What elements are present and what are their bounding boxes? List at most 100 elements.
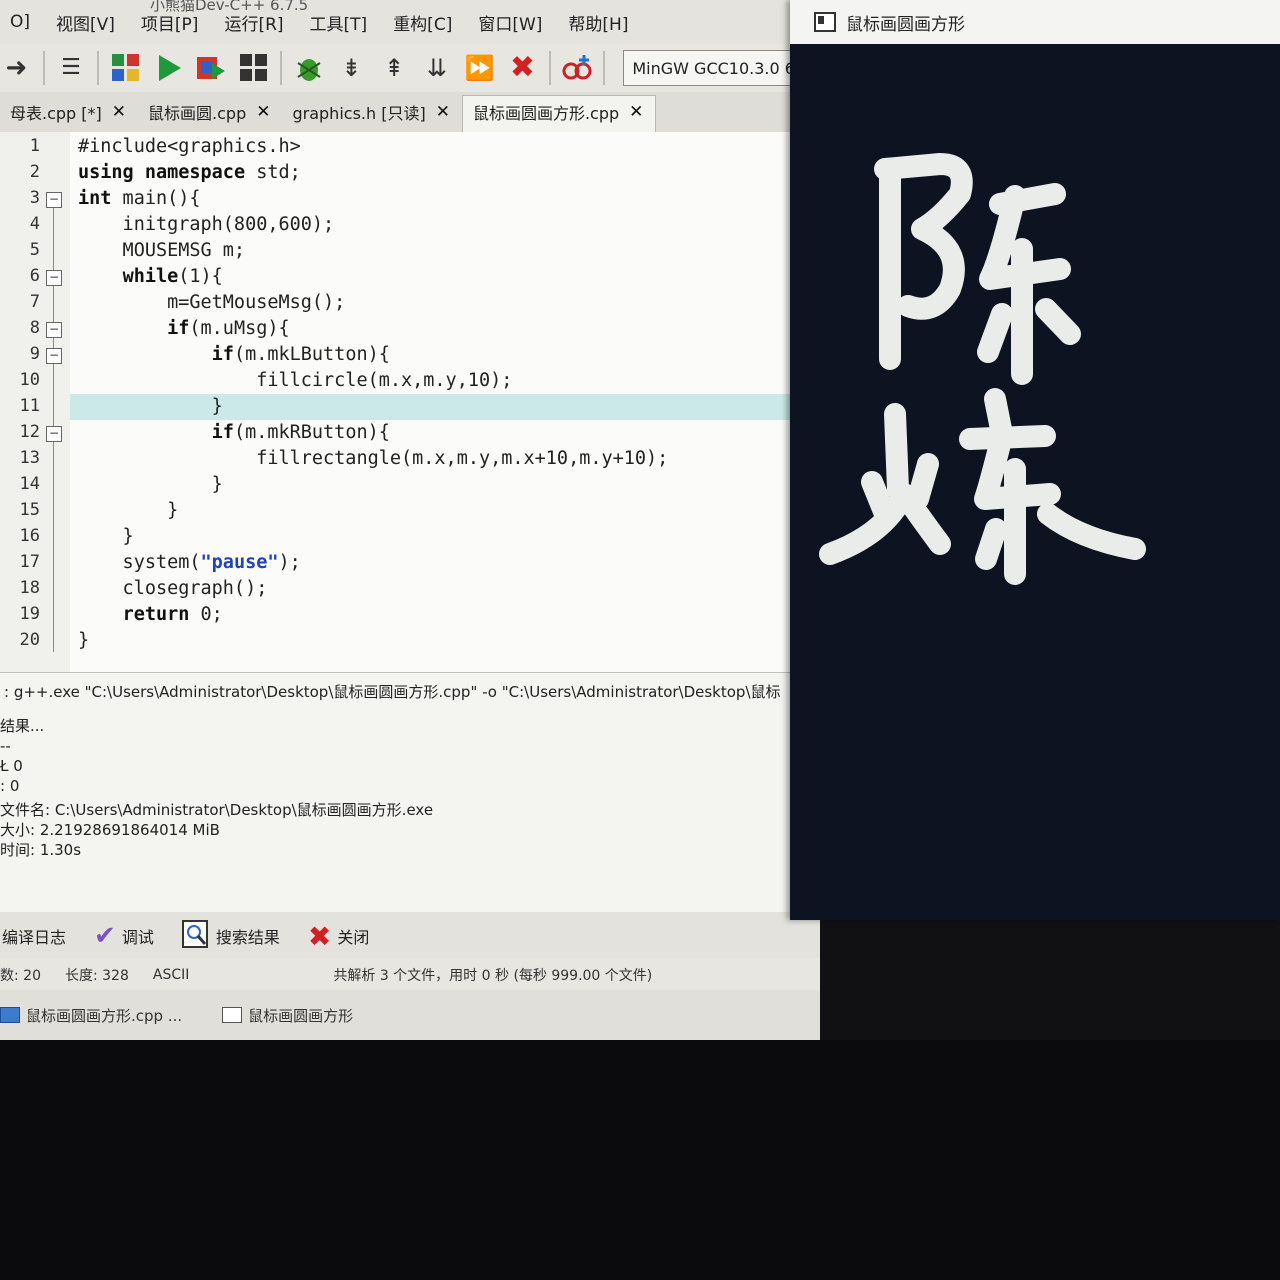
line-number: 19: [19, 604, 40, 624]
line-number: 14: [19, 474, 40, 494]
stop-icon[interactable]: ✖: [506, 51, 539, 85]
graphics-window[interactable]: 鼠标画圆画方形: [790, 0, 1280, 920]
code-line[interactable]: }: [78, 474, 223, 495]
line-number: 13: [19, 448, 40, 468]
code-line[interactable]: if(m.mkLButton){: [78, 344, 390, 365]
close-icon[interactable]: ✕: [629, 102, 643, 122]
output-errors: Ł 0: [0, 757, 23, 775]
close-icon: ✖: [307, 919, 332, 953]
menu-tools[interactable]: 工具[T]: [300, 8, 378, 37]
code-line[interactable]: closegraph();: [78, 578, 268, 599]
line-number: 17: [19, 552, 40, 572]
status-parse-info: 共解析 3 个文件，用时 0 秒 (每秒 999.00 个文件): [333, 968, 653, 984]
fold-toggle[interactable]: −: [46, 270, 62, 286]
status-length: 长度: 328: [64, 968, 129, 984]
step-over-icon[interactable]: ⇟: [335, 51, 368, 85]
taskbar-item-graphics-window[interactable]: 鼠标画圆画方形: [222, 1005, 353, 1026]
line-number: 6: [29, 266, 40, 286]
code-line[interactable]: MOUSEMSG m;: [78, 240, 246, 261]
align-icon[interactable]: ☰: [55, 51, 88, 85]
status-encoding: ASCII: [152, 967, 190, 983]
window-icon: [222, 1007, 243, 1023]
close-icon[interactable]: ✕: [256, 102, 270, 122]
debug-icon[interactable]: [292, 51, 325, 85]
fold-toggle[interactable]: −: [46, 192, 62, 208]
tab-compile-log-label: 编译日志: [2, 928, 67, 947]
tab-close[interactable]: ✖ 关闭: [308, 920, 369, 953]
line-number: 8: [29, 318, 40, 338]
tab-mouse-draw-circle[interactable]: 鼠标画圆.cpp ✕: [138, 96, 282, 132]
status-line-count: 数: 20: [0, 968, 41, 984]
tab-label: 母表.cpp [*]: [10, 104, 102, 123]
line-number: 1: [29, 136, 40, 156]
tab-search-results[interactable]: 搜索结果: [181, 920, 280, 952]
code-editor[interactable]: 1 2 3−4 5 6−7 8−9−10 11 12−13 14 15 16 17 18 19 20 #in…: [0, 132, 800, 672]
mouse-drawing: [819, 153, 1146, 585]
code-line[interactable]: using namespace std;: [78, 162, 301, 183]
code-line[interactable]: initgraph(800,600);: [78, 214, 335, 235]
graphics-canvas[interactable]: [790, 44, 1280, 920]
code-line[interactable]: if(m.mkRButton){: [78, 422, 390, 443]
fold-toggle[interactable]: −: [46, 348, 62, 364]
menu-help[interactable]: 帮助[H]: [558, 8, 638, 37]
line-number: 11: [19, 396, 40, 416]
continue-icon[interactable]: ⏩: [463, 51, 496, 85]
code-line[interactable]: if(m.uMsg){: [78, 318, 290, 339]
code-line[interactable]: }: [78, 396, 223, 417]
code-line[interactable]: return 0;: [78, 604, 223, 625]
graphics-window-titlebar[interactable]: 鼠标画圆画方形: [790, 0, 1280, 44]
code-line[interactable]: m=GetMouseMsg();: [78, 292, 345, 313]
tab-graphics-h[interactable]: graphics.h [只读] ✕: [282, 96, 461, 132]
close-icon[interactable]: ✕: [436, 102, 450, 122]
menu-file[interactable]: O]: [0, 10, 40, 34]
taskbar-item-source[interactable]: 鼠标画圆画方形.cpp ...: [0, 1005, 182, 1026]
menu-window[interactable]: 窗口[W]: [468, 8, 552, 37]
code-line[interactable]: #include<graphics.h>: [78, 136, 301, 157]
tab-debug[interactable]: ✔ 调试: [94, 921, 154, 951]
status-bar: 数: 20 长度: 328 ASCII 共解析 3 个文件，用时 0 秒 (每秒…: [0, 958, 820, 992]
tab-label: 鼠标画圆.cpp: [148, 104, 247, 123]
toolbar: ➜ ☰ ⇟ ⇞ ⇊ ⏩ ✖ MinGW GCC10.3.0 64-: [0, 44, 820, 93]
step-into-icon[interactable]: ⇞: [378, 51, 411, 85]
add-watch-icon[interactable]: [561, 51, 594, 85]
fold-toggle[interactable]: −: [46, 322, 62, 338]
tab-mouse-draw-circle-square[interactable]: 鼠标画圆画方形.cpp ✕: [461, 95, 657, 132]
tab-compile-log[interactable]: 编译日志: [2, 924, 66, 948]
output-result-label: 结果...: [0, 717, 45, 735]
code-line[interactable]: while(1){: [78, 266, 223, 287]
editor-tab-bar: 母表.cpp [*] ✕ 鼠标画圆.cpp ✕ graphics.h [只读] …: [0, 92, 820, 133]
line-number: 7: [29, 292, 40, 312]
line-number: 12: [19, 422, 40, 442]
step-out-icon[interactable]: ⇊: [421, 51, 454, 85]
line-number: 2: [29, 162, 40, 182]
code-line[interactable]: }: [78, 500, 178, 521]
code-line[interactable]: }: [78, 526, 134, 547]
arrow-right-icon[interactable]: ➜: [0, 51, 33, 85]
menu-refactor[interactable]: 重构[C]: [383, 8, 462, 37]
taskbar: 鼠标画圆画方形.cpp ... 鼠标画圆画方形: [0, 990, 820, 1040]
toolbar-separator: [548, 51, 551, 85]
toolbar-separator: [42, 51, 45, 85]
code-line[interactable]: int main(){: [78, 188, 201, 209]
line-gutter: 1 2 3−4 5 6−7 8−9−10 11 12−13 14 15 16 17 18 19 20: [0, 132, 70, 672]
toolbar-separator: [97, 51, 100, 85]
run-icon[interactable]: [152, 51, 185, 85]
compile-run-icon[interactable]: [195, 51, 228, 85]
line-number: 4: [29, 214, 40, 234]
output-time: 时间: 1.30s: [0, 841, 82, 859]
compile-output-panel: : g++.exe "C:\Users\Administrator\Deskto…: [0, 672, 800, 913]
menu-bar: O] 视图[V] 项目[P] 运行[R] 工具[T] 重构[C] 窗口[W] 帮…: [0, 0, 820, 44]
code-line[interactable]: }: [78, 630, 89, 651]
fold-toggle[interactable]: −: [46, 426, 62, 442]
code-line[interactable]: fillcircle(m.x,m.y,10);: [78, 370, 512, 391]
close-icon[interactable]: ✕: [112, 102, 126, 122]
tab-mother-table[interactable]: 母表.cpp [*] ✕: [0, 96, 138, 132]
line-number: 5: [29, 240, 40, 260]
code-line[interactable]: fillrectangle(m.x,m.y,m.x+10,m.y+10);: [78, 448, 668, 469]
code-line[interactable]: system("pause");: [78, 552, 301, 573]
tab-debug-label: 调试: [121, 928, 154, 947]
compile-icon[interactable]: [109, 51, 142, 85]
rebuild-icon[interactable]: [238, 51, 271, 85]
tab-close-label: 关闭: [337, 928, 370, 947]
menu-view[interactable]: 视图[V]: [46, 8, 125, 37]
